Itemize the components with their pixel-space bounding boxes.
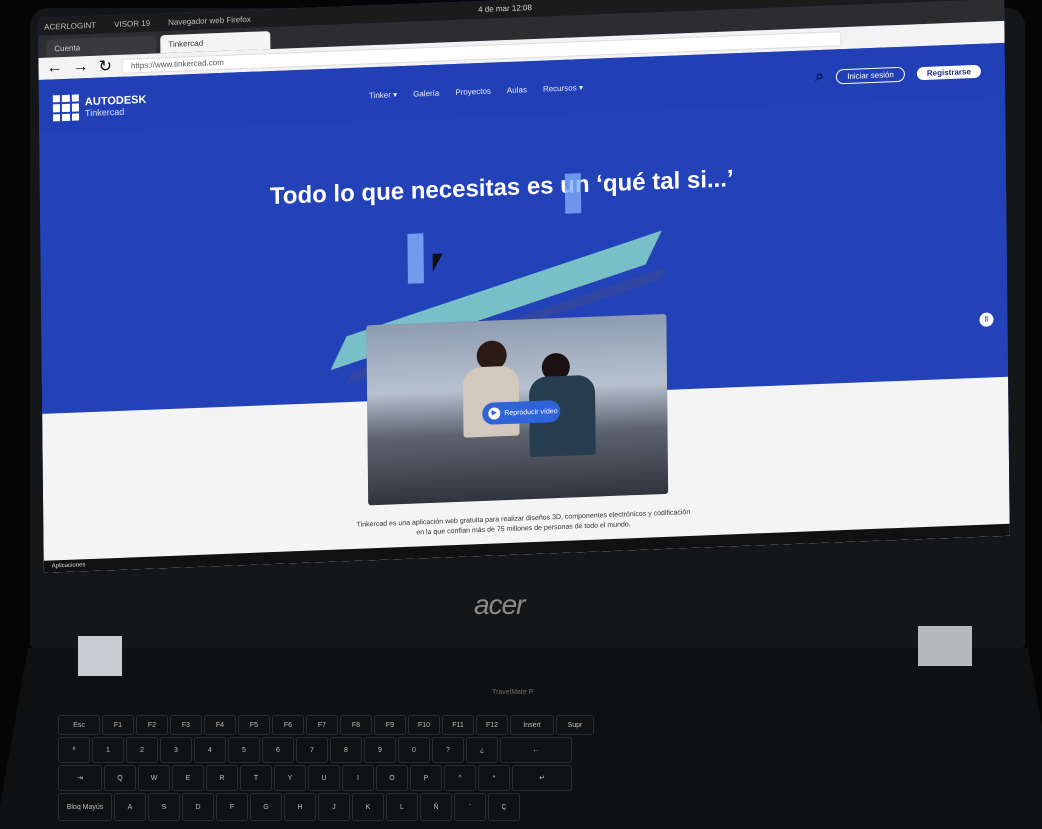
search-icon[interactable]: ⌕ [815,68,824,86]
menu-item-aulas[interactable]: Aulas [507,85,527,95]
key[interactable]: Supr [556,715,594,735]
key[interactable]: ⇥ [58,765,102,791]
login-button[interactable]: Iniciar sesión [836,66,905,84]
header-actions: ⌕ Iniciar sesión Registrarse [815,62,981,86]
key[interactable]: F2 [136,715,168,735]
key[interactable]: Ç [488,793,520,821]
key[interactable]: ^ [444,765,476,791]
key[interactable]: F7 [306,715,338,735]
product-name: Tinkercad [84,106,125,119]
key[interactable]: 7 [296,737,328,763]
left-hinge [78,636,122,676]
key[interactable]: 8 [330,737,362,763]
model-label: TravelMate P [492,689,534,696]
key[interactable]: 9 [364,737,396,763]
play-icon: ▶ [488,407,501,420]
key[interactable]: P [410,765,442,791]
key[interactable]: F4 [204,715,236,735]
keyboard: Esc F1 F2 F3 F4 F5 F6 F7 F8 F9 F10 F11 F… [58,715,1028,825]
key[interactable]: Esc [58,715,100,735]
key[interactable]: Bloq Mayús [58,793,112,821]
key[interactable]: ↵ [512,765,572,791]
key[interactable]: F3 [170,715,202,735]
blue-block-shape [407,233,424,284]
key[interactable]: ª [58,737,90,763]
key[interactable]: W [138,765,170,791]
right-hinge [918,626,972,666]
key[interactable]: A [114,793,146,821]
forward-icon[interactable]: → [72,58,88,77]
key[interactable]: F5 [238,715,270,735]
mouse-cursor-icon [432,253,448,272]
key[interactable]: ← [500,737,572,763]
key[interactable]: 4 [194,737,226,763]
key[interactable]: 3 [160,737,192,763]
key[interactable]: E [172,765,204,791]
key[interactable]: F12 [476,715,508,735]
key[interactable]: F1 [102,715,134,735]
autodesk-logo[interactable]: AUTODESK Tinkercad [52,92,147,122]
key[interactable]: K [352,793,384,821]
key[interactable]: Y [274,765,306,791]
key[interactable]: H [284,793,316,821]
key[interactable]: G [250,793,282,821]
key[interactable]: O [376,765,408,791]
key[interactable]: Ñ [420,793,452,821]
key[interactable]: 5 [228,737,260,763]
register-button[interactable]: Registrarse [916,64,981,80]
key[interactable]: R [206,765,238,791]
key[interactable]: F10 [408,715,440,735]
menu-item-tinker[interactable]: Tinker ▾ [369,90,397,100]
key[interactable]: F [216,793,248,821]
key[interactable]: 2 [126,737,158,763]
blue-block-shape [564,173,582,214]
system-bar-item[interactable]: ACERLOGINT [44,20,96,31]
reload-icon[interactable]: ↻ [98,56,112,77]
key[interactable]: Insert [510,715,554,735]
key[interactable]: ¿ [466,737,498,763]
key[interactable]: F9 [374,715,406,735]
menu-item-proyectos[interactable]: Proyectos [455,87,491,97]
menu-item-galeria[interactable]: Galería [413,89,439,99]
system-bar-item[interactable]: VISOR 19 [114,18,150,28]
hero-title: Todo lo que necesitas es un ‘qué tal si.… [269,165,734,211]
key[interactable]: L [386,793,418,821]
browser-screen: ACERLOGINT VISOR 19 Navegador web Firefo… [38,0,1010,573]
play-video-label: Reproducir vídeo [504,407,558,417]
back-icon[interactable]: ← [46,59,62,78]
key[interactable]: 0 [398,737,430,763]
pause-icon[interactable]: Ⅱ [979,312,994,327]
key[interactable]: I [342,765,374,791]
key[interactable]: F11 [442,715,474,735]
key[interactable]: 1 [92,737,124,763]
play-video-button[interactable]: ▶ Reproducir vídeo [482,399,561,425]
key[interactable]: S [148,793,180,821]
laptop-photo: ACERLOGINT VISOR 19 Navegador web Firefo… [0,0,1042,829]
menu-item-recursos[interactable]: Recursos ▾ [543,83,583,94]
key[interactable]: * [478,765,510,791]
acer-logo: acer [474,589,525,620]
site-menu: Tinker ▾ Galería Proyectos Aulas Recurso… [369,83,583,100]
tinkercad-logo-icon [52,94,80,122]
taskbar-label: Aplicaciones [51,562,86,570]
key[interactable]: U [308,765,340,791]
key[interactable]: J [318,793,350,821]
key[interactable]: 6 [262,737,294,763]
key[interactable]: F6 [272,715,304,735]
key[interactable]: ¨ [454,793,486,821]
key[interactable]: F8 [340,715,372,735]
key[interactable]: Q [104,765,136,791]
system-bar-item[interactable]: Navegador web Firefox [168,14,251,26]
key[interactable]: T [240,765,272,791]
key[interactable]: D [182,793,214,821]
key[interactable]: ? [432,737,464,763]
video-thumbnail[interactable]: ▶ Reproducir vídeo [366,313,669,506]
